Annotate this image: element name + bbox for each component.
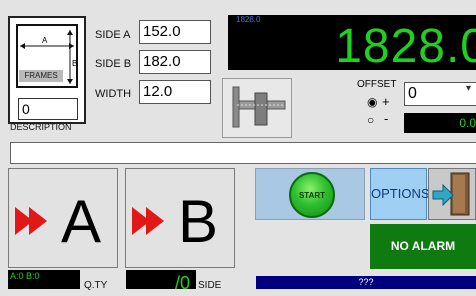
offset-minus-label: - xyxy=(384,111,389,126)
side-a-letter: A xyxy=(61,188,102,255)
side-counter-display: A:0 B:0 xyxy=(8,270,80,289)
frames-caption: FRAMES xyxy=(19,70,63,82)
frame-label-a: A xyxy=(40,36,50,45)
side-a-button[interactable]: A xyxy=(8,168,118,268)
frames-count-field[interactable]: 0 xyxy=(18,98,78,120)
side-a-label: SIDE A xyxy=(95,29,131,41)
side-b-letter: B xyxy=(178,188,219,255)
side-b-field[interactable]: 182.0 xyxy=(139,50,211,74)
side-a-field[interactable]: 152.0 xyxy=(139,20,211,44)
exit-door-icon xyxy=(432,172,470,216)
quantity-label: Q.TY xyxy=(84,280,108,291)
options-button[interactable]: OPTIONS xyxy=(370,168,430,220)
caliper-button[interactable] xyxy=(222,78,292,138)
length-display: 1828.0 0 1828.0 xyxy=(228,15,476,73)
start-button[interactable]: START xyxy=(289,172,335,218)
offset-plus-label: + xyxy=(382,94,390,109)
start-panel: START xyxy=(255,168,365,220)
description-label: DESCRIPTION xyxy=(10,122,72,132)
message-bar: ??? xyxy=(256,276,476,289)
caliper-icon xyxy=(232,86,286,128)
offset-label: OFFSET xyxy=(357,79,397,90)
width-field[interactable]: 12.0 xyxy=(139,80,211,104)
side-b-label: SIDE B xyxy=(95,58,132,70)
side-label: SIDE xyxy=(198,280,222,291)
frame-label-b: B xyxy=(72,59,78,68)
length-display-small-value: 1828.0 xyxy=(236,15,261,24)
chevron-down-icon[interactable]: ▾ xyxy=(466,83,476,105)
width-label: WIDTH xyxy=(95,88,132,100)
offset-minus-radio[interactable]: ○ xyxy=(367,113,374,127)
frames-diagram: A B FRAMES 0 xyxy=(8,16,86,124)
offset-plus-radio[interactable]: ◉ xyxy=(367,95,377,109)
frame-outline: A B FRAMES xyxy=(16,24,78,88)
exit-button[interactable] xyxy=(428,168,476,220)
side-b-button[interactable]: B xyxy=(125,168,235,268)
description-input[interactable] xyxy=(10,142,476,164)
offset-display: 0.0 xyxy=(404,113,476,133)
alarm-status: NO ALARM xyxy=(370,224,476,269)
quantity-display: /0 xyxy=(126,270,196,293)
length-display-value: 1828.0 xyxy=(335,20,476,73)
